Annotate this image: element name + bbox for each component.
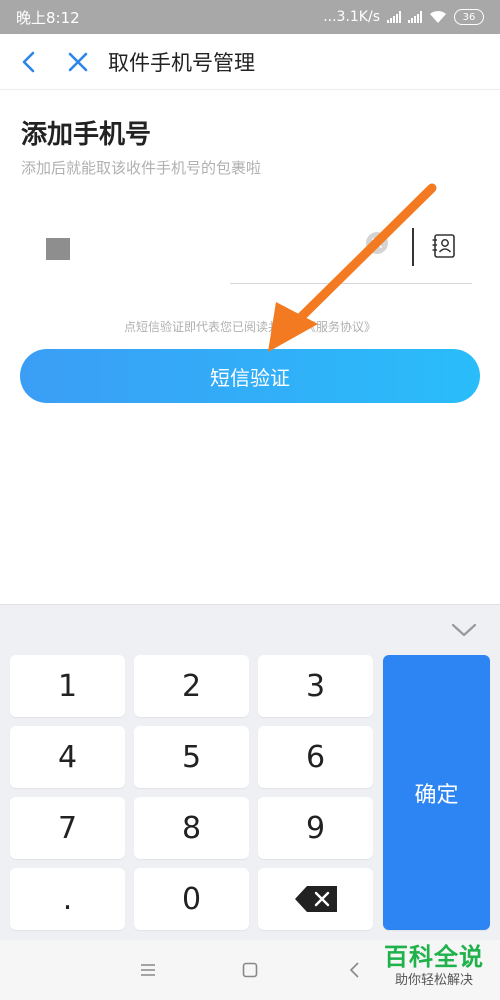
key-5[interactable]: 5 [134, 726, 249, 788]
key-7[interactable]: 7 [10, 797, 125, 859]
status-time: 晚上8:12 [16, 8, 80, 27]
page-title: 取件手机号管理 [108, 50, 255, 75]
sms-verify-button[interactable]: 短信验证 [20, 349, 480, 403]
signal-icon-2 [408, 11, 422, 23]
key-8[interactable]: 8 [134, 797, 249, 859]
confirm-key[interactable]: 确定 [383, 655, 490, 930]
network-speed: ...3.1K/s [323, 9, 380, 25]
close-button[interactable] [64, 48, 92, 76]
key-3[interactable]: 3 [258, 655, 373, 717]
input-divider [412, 228, 414, 266]
country-code-placeholder[interactable] [46, 238, 70, 260]
service-agreement-link[interactable]: 《服务协议》 [304, 320, 376, 334]
header: 取件手机号管理 [0, 34, 500, 90]
close-icon [68, 52, 88, 71]
key-1[interactable]: 1 [10, 655, 125, 717]
battery-icon: 36 [454, 9, 484, 25]
watermark-main: 百科全说 [384, 943, 484, 971]
back-nav-button[interactable] [342, 958, 366, 982]
clear-input-button[interactable] [366, 232, 388, 254]
agreement-prefix: 点短信验证即代表您已阅读并同意 [123, 320, 304, 334]
chevron-down-icon[interactable] [450, 619, 478, 641]
back-triangle-icon [349, 962, 359, 978]
key-2[interactable]: 2 [134, 655, 249, 717]
wifi-icon [430, 10, 446, 23]
watermark-logo: 百科全说 助你轻松解决 [374, 942, 494, 996]
clear-icon [372, 238, 382, 248]
menu-icon [141, 964, 155, 976]
backspace-key[interactable] [258, 868, 373, 930]
chevron-left-icon [22, 51, 35, 72]
menu-nav-button[interactable] [136, 958, 160, 982]
key-0[interactable]: 0 [134, 868, 249, 930]
signal-icon [387, 11, 401, 23]
section-title: 添加手机号 [21, 120, 152, 150]
contacts-book-icon[interactable] [430, 232, 458, 260]
phone-input-row [30, 218, 472, 284]
status-right: ...3.1K/s 36 [323, 9, 484, 25]
numeric-keyboard: 1 2 3 4 5 6 7 8 9 . 0 确定 [0, 604, 500, 940]
key-9[interactable]: 9 [258, 797, 373, 859]
watermark-sub: 助你轻松解决 [394, 973, 473, 988]
key-4[interactable]: 4 [10, 726, 125, 788]
key-dot[interactable]: . [10, 868, 125, 930]
key-6[interactable]: 6 [258, 726, 373, 788]
status-bar: 晚上8:12 ...3.1K/s 36 [0, 0, 500, 34]
agreement-text: 点短信验证即代表您已阅读并同意《服务协议》 [0, 318, 500, 335]
input-underline [230, 283, 472, 284]
back-button[interactable] [14, 48, 42, 76]
backspace-icon [294, 886, 337, 912]
home-nav-button[interactable] [238, 958, 262, 982]
phone-input[interactable] [86, 228, 356, 272]
home-square-icon [242, 962, 258, 978]
section-subtitle: 添加后就能取该收件手机号的包裹啦 [21, 159, 262, 177]
